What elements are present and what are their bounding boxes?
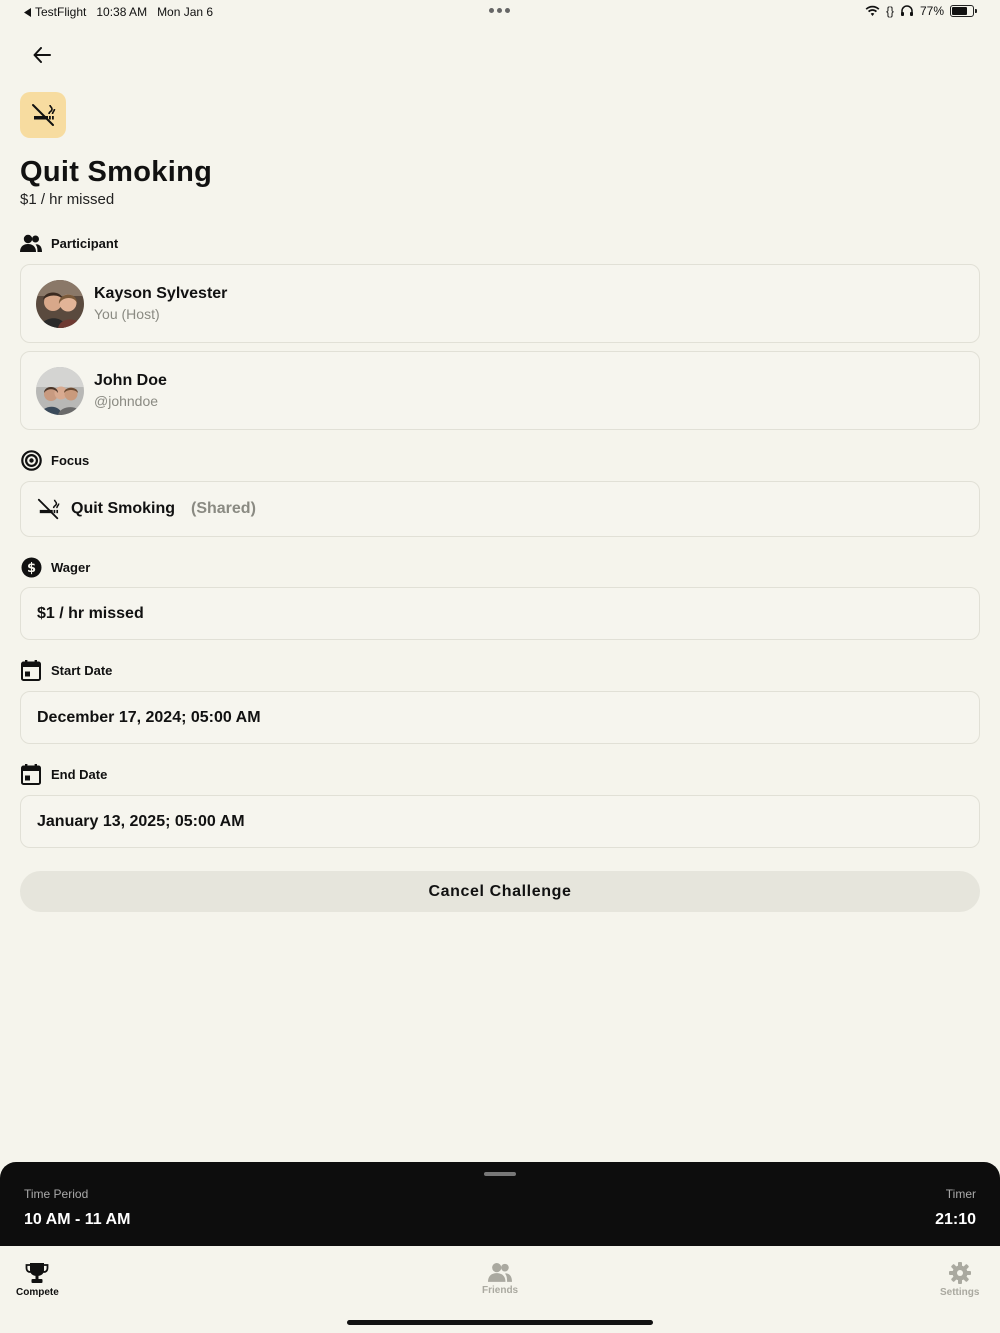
timer-sheet[interactable]: Time Period 10 AM - 11 AM Timer 21:10: [0, 1162, 1000, 1246]
time-period-value: 10 AM - 11 AM: [24, 1211, 131, 1228]
end-date-card[interactable]: January 13, 2025; 05:00 AM: [20, 795, 980, 848]
section-wager: $ Wager: [20, 556, 90, 578]
section-start-date: Start Date: [20, 659, 112, 681]
start-date-card[interactable]: December 17, 2024; 05:00 AM: [20, 691, 980, 744]
battery-percent: 77%: [919, 4, 944, 18]
back-app-label: TestFlight: [35, 5, 87, 19]
tab-label: Settings: [940, 1287, 980, 1298]
headphones-icon: [900, 5, 913, 16]
section-end-date: End Date: [20, 763, 107, 785]
participant-name: Kayson Sylvester: [94, 285, 228, 302]
section-label: Focus: [51, 452, 90, 468]
end-date-value: January 13, 2025; 05:00 AM: [37, 812, 245, 830]
section-focus: Focus: [20, 449, 89, 471]
section-label: Start Date: [51, 662, 113, 678]
page-title: Quit Smoking: [20, 156, 213, 188]
challenge-icon-tile: [20, 92, 66, 138]
status-time: 10:38 AM: [96, 5, 148, 19]
participant-card-host[interactable]: Kayson Sylvester You (Host): [20, 264, 980, 343]
tab-settings[interactable]: Settings: [940, 1262, 979, 1298]
wifi-icon: [865, 5, 880, 16]
back-button[interactable]: [28, 42, 56, 68]
calendar-icon: [21, 659, 41, 681]
sheet-handle[interactable]: [484, 1172, 516, 1176]
timer-value: 21:10: [935, 1211, 976, 1228]
home-indicator[interactable]: [347, 1320, 653, 1325]
cancel-challenge-button[interactable]: Cancel Challenge: [20, 871, 980, 912]
multitasking-dots-icon[interactable]: [489, 8, 510, 13]
timer-label: Timer: [945, 1187, 976, 1201]
trophy-icon: [25, 1263, 49, 1283]
no-smoking-icon: [37, 498, 60, 520]
dollar-circle-icon: $: [21, 557, 41, 577]
svg-text:$: $: [26, 561, 35, 576]
focus-card[interactable]: Quit Smoking (Shared): [20, 481, 980, 537]
focus-label: Quit Smoking: [71, 500, 175, 517]
participants-icon: [20, 234, 42, 252]
section-participant: Participant: [20, 232, 118, 254]
battery-icon: [950, 5, 977, 17]
avatar: [36, 279, 84, 328]
time-period-label: Time Period: [24, 1187, 89, 1201]
section-label: Participant: [51, 235, 119, 251]
focus-shared-tag: (Shared): [191, 500, 256, 517]
target-icon: [20, 449, 42, 471]
section-label: Wager: [51, 559, 91, 575]
participant-name: John Doe: [94, 372, 167, 389]
no-smoking-icon: [32, 104, 56, 126]
avatar: [36, 366, 84, 415]
wager-value: $1 / hr missed: [37, 604, 144, 622]
friends-icon: [488, 1263, 513, 1282]
tab-label: Friends: [482, 1285, 519, 1296]
status-bar: TestFlight 10:38 AM Mon Jan 6 {} 77%: [0, 0, 1000, 24]
tab-label: Compete: [16, 1287, 59, 1298]
status-date: Mon Jan 6: [157, 5, 214, 19]
section-label: End Date: [51, 766, 108, 782]
dev-brackets-icon: {}: [885, 4, 894, 18]
back-to-app-link[interactable]: TestFlight: [24, 5, 86, 19]
participant-card-friend[interactable]: John Doe @johndoe: [20, 351, 980, 430]
start-date-value: December 17, 2024; 05:00 AM: [37, 708, 261, 726]
tab-friends[interactable]: Friends: [482, 1262, 518, 1296]
wager-card[interactable]: $1 / hr missed: [20, 587, 980, 640]
participant-role: You (Host): [94, 306, 160, 322]
calendar-icon: [21, 763, 41, 785]
back-triangle-icon: [24, 7, 31, 17]
page-subtitle: $1 / hr missed: [20, 191, 115, 208]
gear-icon: [948, 1262, 971, 1284]
participant-username: @johndoe: [94, 393, 159, 409]
tab-compete[interactable]: Compete: [16, 1262, 59, 1298]
arrow-left-icon: [33, 47, 51, 63]
